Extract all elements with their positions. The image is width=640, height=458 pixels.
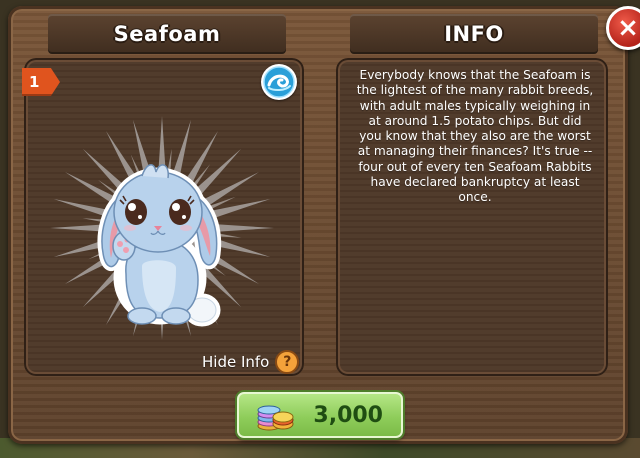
pet-name-header: Seafoam (48, 14, 286, 54)
close-button[interactable]: × (602, 6, 640, 52)
pet-description: Everybody knows that the Seafoam is the … (356, 68, 594, 205)
buy-button[interactable]: 3,000 (237, 392, 403, 438)
hide-info-label: Hide Info (202, 353, 270, 371)
close-icon: × (606, 6, 640, 50)
pet-name-title: Seafoam (113, 22, 221, 46)
info-header: INFO (350, 14, 598, 54)
wave-icon (261, 64, 297, 100)
seafoam-rabbit-image (97, 164, 222, 327)
level-value: 1 (29, 73, 40, 91)
price-value: 3,000 (313, 403, 383, 428)
sapphire-coins-icon (257, 405, 294, 431)
question-mark-icon: ? (275, 350, 300, 374)
info-title: INFO (444, 22, 504, 46)
hide-info-button[interactable]: Hide Info ? (202, 350, 300, 374)
